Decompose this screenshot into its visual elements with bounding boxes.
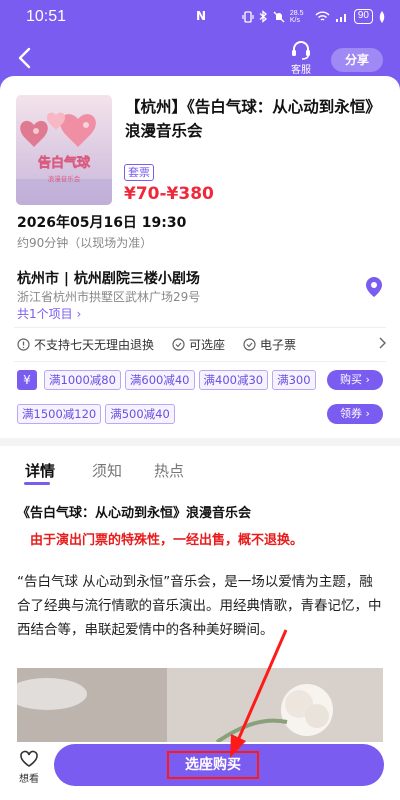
vibrate-icon [242, 10, 254, 23]
bluetooth-icon [259, 10, 267, 23]
poster-title-text: 告白气球 [38, 155, 91, 171]
poster-image: 告白气球 浪漫音乐会 [16, 95, 112, 205]
battery-indicator: 90 [353, 9, 373, 24]
back-arrow-icon[interactable] [14, 46, 36, 70]
status-bar: 10:51 N 28.5 K/s 90 [0, 0, 400, 36]
show-title: 【杭州】《告白气球：从心动到永恒》浪漫音乐会 [125, 98, 381, 140]
nfc-icon: N [196, 9, 207, 23]
heart-icon [20, 750, 38, 767]
status-icons: 28.5 K/s 90 [242, 9, 386, 24]
signal-icon [335, 13, 346, 22]
wifi-icon [315, 11, 330, 21]
bottom-action-bar: 想看 选座购买 [0, 742, 400, 800]
project-count-link[interactable]: 共1个项目 › [17, 305, 81, 322]
feature-e-ticket: 电子票 [243, 336, 296, 353]
detail-tabs: 详情 须知 热点 [0, 446, 400, 491]
coupon-chip[interactable]: 满500减40 [105, 404, 175, 424]
active-tab-indicator [24, 482, 50, 485]
tab-notice[interactable]: 须知 [92, 460, 122, 481]
want-to-see-button[interactable]: 想看 [14, 750, 44, 785]
venue-name[interactable]: 杭州市 | 杭州剧院三楼小剧场 [17, 268, 200, 288]
buy-coupon-button[interactable]: 购买 › [327, 370, 383, 390]
tab-hot[interactable]: 热点 [154, 460, 184, 481]
select-seat-buy-button[interactable]: 选座购买 [54, 744, 384, 786]
status-time: 10:51 [26, 8, 67, 25]
show-duration: 约90分钟（以现场为准） [17, 236, 153, 250]
feature-no-refund: 不支持七天无理由退换 [17, 336, 154, 353]
feature-seat-select: 可选座 [172, 336, 225, 353]
charging-leaf-icon [379, 10, 385, 23]
package-ticket-tag: 套票 [124, 164, 154, 181]
detail-photo [17, 668, 383, 742]
buy-coupon-label: 购买 [340, 373, 363, 386]
section-separator [0, 438, 400, 446]
detail-title: 《告白气球：从心动到永恒》浪漫音乐会 [17, 506, 252, 521]
customer-service-label: 客服 [291, 65, 311, 76]
coupon-chip[interactable]: 满1000减80 [44, 370, 121, 390]
feature-label: 可选座 [189, 338, 226, 352]
coupon-row-2: 满1500减120 满500减40 [17, 404, 175, 424]
coupon-chip[interactable]: 满600减40 [124, 370, 195, 390]
customer-service-button[interactable]: 客服 [288, 40, 314, 76]
refund-notice: 由于演出门票的特殊性，一经出售，概不退换。 [30, 533, 304, 548]
feature-label: 不支持七天无理由退换 [34, 338, 155, 352]
price-range: ¥70-¥380 [124, 184, 214, 204]
select-seat-buy-label: 选座购买 [167, 751, 259, 779]
project-count-label: 共1个项目 [17, 307, 73, 321]
coupon-row-1: ¥ 满1000减80 满600减40 满400减30 满300 [17, 370, 316, 390]
venue-address: 浙江省杭州市拱墅区武林广场29号 [17, 290, 201, 304]
circle-info-icon [17, 338, 30, 351]
net-speed: 28.5 K/s [289, 9, 304, 24]
ticket-features[interactable]: 不支持七天无理由退换 可选座 电子票 [17, 336, 387, 353]
divider [14, 327, 386, 328]
coupon-chip[interactable]: 满1500减120 [17, 404, 102, 424]
show-poster[interactable]: 告白气球 浪漫音乐会 [16, 95, 112, 205]
chevron-right-icon [379, 337, 386, 349]
circle-check-icon [243, 338, 256, 351]
divider [14, 361, 386, 362]
yen-icon: ¥ [17, 370, 37, 390]
tab-details[interactable]: 详情 [25, 460, 55, 481]
share-button[interactable]: 分享 [331, 48, 383, 72]
claim-coupon-label: 领券 [340, 407, 363, 420]
coupon-chip[interactable]: 满300 [272, 370, 316, 390]
rose-photo [17, 668, 383, 742]
want-to-see-label: 想看 [19, 774, 39, 785]
coupon-chip[interactable]: 满400减30 [198, 370, 269, 390]
claim-coupon-button[interactable]: 领券 › [327, 404, 383, 424]
show-date: 2026年05月16日 19:30 [17, 215, 187, 231]
mute-icon [273, 11, 285, 22]
circle-check-icon [172, 338, 185, 351]
detail-description: “告白气球 从心动到永恒”音乐会，是一场以爱情为主题，融合了经典与流行情歌的音乐… [17, 574, 382, 638]
headset-icon [292, 41, 310, 60]
poster-sub-text: 浪漫音乐会 [48, 174, 81, 183]
location-pin-icon[interactable] [364, 276, 384, 298]
feature-label: 电子票 [260, 338, 297, 352]
